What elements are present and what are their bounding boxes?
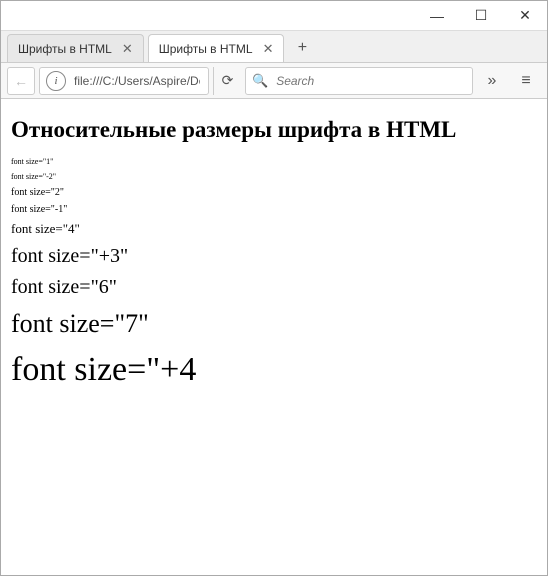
address-bar[interactable]: i: [39, 67, 209, 95]
maximize-button[interactable]: ☐: [459, 1, 503, 31]
font-size-line-2: font size="2": [11, 187, 537, 198]
close-window-button[interactable]: ✕: [503, 1, 547, 31]
close-icon[interactable]: ✕: [122, 41, 133, 57]
page-content: Относительные размеры шрифта в HTML font…: [1, 99, 547, 575]
toolbar: ← i ⟳ 🔍 » ≡: [1, 63, 547, 99]
tab-0[interactable]: Шрифты в HTML ✕: [7, 34, 144, 62]
font-size-examples: font size="1" font size="-2" font size="2"…: [11, 157, 537, 389]
titlebar: — ☐ ✕: [1, 1, 547, 31]
overflow-button[interactable]: »: [477, 67, 507, 95]
tab-bar: Шрифты в HTML ✕ Шрифты в HTML ✕ +: [1, 31, 547, 63]
tab-label: Шрифты в HTML: [159, 42, 253, 56]
page-title: Относительные размеры шрифта в HTML: [11, 117, 537, 143]
reload-button[interactable]: ⟳: [213, 67, 241, 95]
menu-button[interactable]: ≡: [511, 67, 541, 95]
tab-label: Шрифты в HTML: [18, 42, 112, 56]
font-size-line-6: font size="6": [11, 276, 537, 299]
search-bar[interactable]: 🔍: [245, 67, 473, 95]
font-size-line-7: font size="7": [11, 309, 537, 339]
search-icon: 🔍: [252, 73, 268, 89]
back-button[interactable]: ←: [7, 67, 35, 95]
tab-1[interactable]: Шрифты в HTML ✕: [148, 34, 285, 62]
font-size-line-0: font size="1": [11, 157, 537, 166]
font-size-line-1: font size="-2": [11, 172, 537, 181]
new-tab-button[interactable]: +: [288, 34, 316, 62]
minimize-button[interactable]: —: [415, 1, 459, 31]
browser-window: — ☐ ✕ Шрифты в HTML ✕ Шрифты в HTML ✕ + …: [0, 0, 548, 576]
close-icon[interactable]: ✕: [263, 41, 274, 57]
font-size-line-8: font size="+4: [11, 351, 537, 389]
search-input[interactable]: [274, 73, 466, 89]
info-icon[interactable]: i: [46, 71, 66, 91]
url-input[interactable]: [72, 73, 202, 89]
font-size-line-3: font size="-1": [11, 204, 537, 215]
font-size-line-4: font size="4": [11, 221, 537, 237]
font-size-line-5: font size="+3": [11, 245, 537, 268]
